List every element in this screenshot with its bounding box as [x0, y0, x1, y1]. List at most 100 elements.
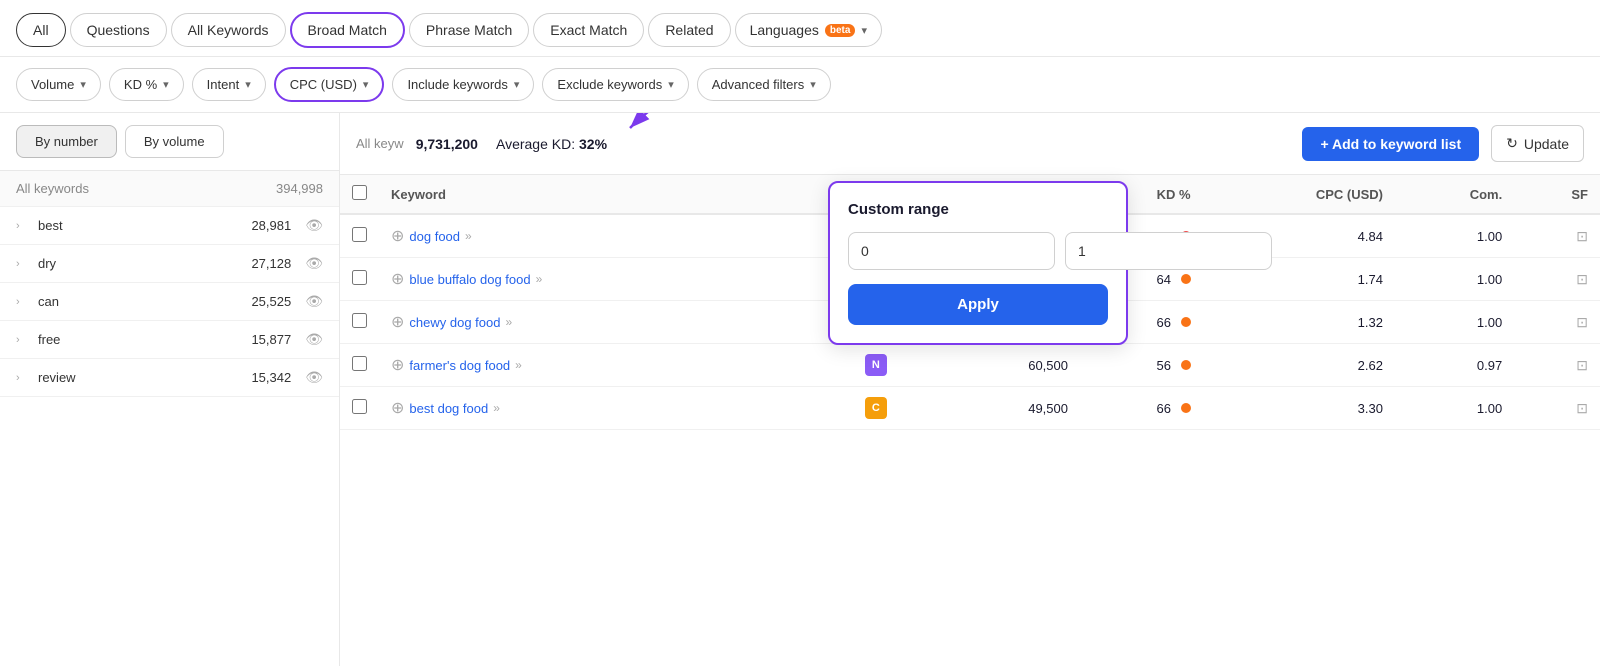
- row-checkbox[interactable]: [352, 227, 367, 242]
- sidebar-keyword-count: 15,342: [251, 370, 291, 385]
- row-checkbox[interactable]: [352, 356, 367, 371]
- cpc-custom-range-popup: Custom range Apply: [828, 181, 1128, 345]
- advanced-filters-button[interactable]: Advanced filters ▾: [697, 68, 831, 101]
- tab-phrase-match[interactable]: Phrase Match: [409, 13, 529, 47]
- intent-badge: C: [865, 397, 887, 419]
- avg-kd-display: Average KD: 32%: [496, 136, 607, 152]
- expand-icon[interactable]: ›: [16, 296, 30, 308]
- tab-broad-match[interactable]: Broad Match: [290, 12, 405, 48]
- com-cell: 0.97: [1395, 344, 1514, 387]
- cpc-filter-label: CPC (USD): [290, 77, 357, 92]
- kd-difficulty-dot: [1181, 274, 1191, 284]
- range-max-input[interactable]: [1065, 232, 1272, 270]
- plus-circle-icon: ⊕: [391, 312, 404, 332]
- row-checkbox[interactable]: [352, 313, 367, 328]
- tab-related[interactable]: Related: [648, 13, 730, 47]
- com-cell: 1.00: [1395, 387, 1514, 430]
- eye-icon[interactable]: 👁: [305, 331, 323, 348]
- sidebar-keyword-count: 28,981: [251, 218, 291, 233]
- main-area: By number By volume All keywords 394,998…: [0, 113, 1600, 666]
- list-item: › dry 27,128 👁: [0, 245, 339, 283]
- sidebar-header-row: All keywords 394,998: [0, 171, 339, 207]
- eye-icon[interactable]: 👁: [305, 369, 323, 386]
- plus-circle-icon: ⊕: [391, 398, 404, 418]
- volume-filter-button[interactable]: Volume ▾: [16, 68, 101, 101]
- cpc-cell: 1.32: [1203, 301, 1395, 344]
- expand-icon[interactable]: ›: [16, 258, 30, 270]
- popup-title: Custom range: [848, 201, 1108, 218]
- intent-cell: N: [749, 344, 899, 387]
- sf-cell: ⊡: [1514, 214, 1600, 258]
- sidebar-keyword-label: review: [38, 370, 243, 385]
- eye-icon[interactable]: 👁: [305, 293, 323, 310]
- volume-cell: 60,500: [899, 344, 1080, 387]
- apply-button[interactable]: Apply: [848, 284, 1108, 325]
- sidebar-keyword-count: 15,877: [251, 332, 291, 347]
- expand-arrow-icon: »: [505, 315, 512, 329]
- eye-icon[interactable]: 👁: [305, 217, 323, 234]
- chevron-down-icon: ▾: [163, 78, 169, 91]
- beta-badge: beta: [825, 24, 856, 37]
- tab-all[interactable]: All: [16, 13, 66, 47]
- keyword-link[interactable]: ⊕ dog food »: [391, 226, 737, 246]
- volume-filter-label: Volume: [31, 77, 74, 92]
- cpc-cell: 2.62: [1203, 344, 1395, 387]
- by-volume-button[interactable]: By volume: [125, 125, 224, 158]
- list-item: › free 15,877 👁: [0, 321, 339, 359]
- sf-cell: ⊡: [1514, 301, 1600, 344]
- table-row: ⊕ best dog food » C49,50066 3.301.00⊡: [340, 387, 1600, 430]
- cpc-cell: 3.30: [1203, 387, 1395, 430]
- plus-circle-icon: ⊕: [391, 355, 404, 375]
- chevron-down-icon: ▾: [668, 78, 674, 91]
- exclude-keywords-filter-button[interactable]: Exclude keywords ▾: [542, 68, 688, 101]
- row-checkbox[interactable]: [352, 399, 367, 414]
- intent-filter-button[interactable]: Intent ▾: [192, 68, 266, 101]
- eye-icon[interactable]: 👁: [305, 255, 323, 272]
- range-min-input[interactable]: [848, 232, 1055, 270]
- kd-cell: 66: [1080, 387, 1203, 430]
- sidebar-view-toggle: By number By volume: [0, 113, 339, 171]
- list-item: › review 15,342 👁: [0, 359, 339, 397]
- total-count: 9,731,200: [416, 136, 478, 152]
- expand-icon[interactable]: ›: [16, 220, 30, 232]
- kd-difficulty-dot: [1181, 360, 1191, 370]
- expand-icon[interactable]: ›: [16, 372, 30, 384]
- update-button[interactable]: ↻ Update: [1491, 125, 1584, 162]
- expand-arrow-icon: »: [536, 272, 543, 286]
- chevron-down-icon: ▾: [861, 24, 867, 37]
- avg-kd-label: Average KD:: [496, 136, 575, 152]
- col-keyword: Keyword: [379, 175, 749, 214]
- col-com: Com.: [1395, 175, 1514, 214]
- include-keywords-filter-button[interactable]: Include keywords ▾: [392, 68, 534, 101]
- row-checkbox[interactable]: [352, 270, 367, 285]
- intent-cell: C: [749, 387, 899, 430]
- plus-circle-icon: ⊕: [391, 226, 404, 246]
- sidebar-keyword-label: best: [38, 218, 243, 233]
- keyword-link[interactable]: ⊕ best dog food »: [391, 398, 737, 418]
- tab-all-keywords[interactable]: All Keywords: [171, 13, 286, 47]
- chevron-down-icon: ▾: [363, 78, 369, 91]
- list-item: › can 25,525 👁: [0, 283, 339, 321]
- intent-filter-label: Intent: [207, 77, 240, 92]
- select-all-checkbox[interactable]: [352, 185, 367, 200]
- sidebar-keyword-count: 27,128: [251, 256, 291, 271]
- keyword-link[interactable]: ⊕ blue buffalo dog food »: [391, 269, 737, 289]
- expand-arrow-icon: »: [493, 401, 500, 415]
- tab-questions[interactable]: Questions: [70, 13, 167, 47]
- keyword-link[interactable]: ⊕ chewy dog food »: [391, 312, 737, 332]
- sf-icon: ⊡: [1576, 357, 1588, 373]
- kd-filter-button[interactable]: KD % ▾: [109, 68, 184, 101]
- sf-cell: ⊡: [1514, 387, 1600, 430]
- sf-icon: ⊡: [1576, 271, 1588, 287]
- sidebar-keyword-label: free: [38, 332, 243, 347]
- cpc-filter-button[interactable]: CPC (USD) ▾: [274, 67, 385, 102]
- sf-icon: ⊡: [1576, 228, 1588, 244]
- table-area: All keyw 9,731,200 Average KD: 32% + Add…: [340, 113, 1600, 666]
- table-header-bar: All keyw 9,731,200 Average KD: 32% + Add…: [340, 113, 1600, 175]
- by-number-button[interactable]: By number: [16, 125, 117, 158]
- expand-icon[interactable]: ›: [16, 334, 30, 346]
- add-to-keyword-list-button[interactable]: + Add to keyword list: [1302, 127, 1479, 161]
- tab-languages[interactable]: Languages beta ▾: [735, 13, 882, 47]
- keyword-link[interactable]: ⊕ farmer's dog food »: [391, 355, 737, 375]
- tab-exact-match[interactable]: Exact Match: [533, 13, 644, 47]
